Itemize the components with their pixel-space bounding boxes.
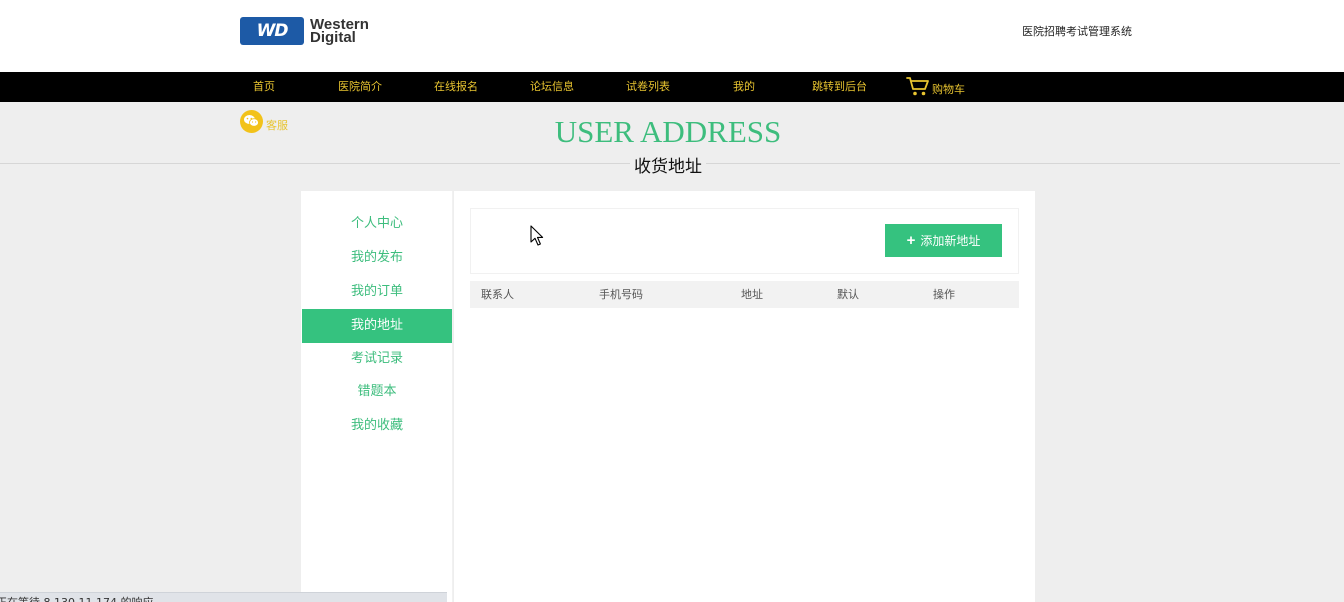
sidebar-item-my-address[interactable]: 我的地址 xyxy=(302,309,452,343)
add-address-label: 添加新地址 xyxy=(920,234,981,248)
column-phone: 手机号码 xyxy=(599,288,643,301)
page-title: USER ADDRESS xyxy=(554,114,782,149)
page-subtitle: 收货地址 xyxy=(630,152,706,177)
browser-status-bar: 正在等待 8.130.11.174 的响应... xyxy=(0,592,447,602)
sidebar-item-profile[interactable]: 个人中心 xyxy=(302,207,452,241)
address-panel: + 添加新地址 联系人 手机号码 地址 默认 操作 xyxy=(454,191,1035,602)
mouse-pointer-icon xyxy=(530,225,544,246)
cart-icon xyxy=(906,77,929,96)
nav-mine[interactable]: 我的 xyxy=(733,72,755,102)
site-title: 医院招聘考试管理系统 xyxy=(1022,25,1132,38)
brand-logo[interactable]: WD Western Digital xyxy=(240,16,385,46)
nav-exam-papers[interactable]: 试卷列表 xyxy=(626,72,670,102)
address-table-header: 联系人 手机号码 地址 默认 操作 xyxy=(470,281,1019,308)
page-subtitle-wrap: 收货地址 xyxy=(0,152,1336,177)
status-text: 正在等待 8.130.11.174 的响应... xyxy=(0,594,164,602)
sidebar-item-my-posts[interactable]: 我的发布 xyxy=(302,241,452,275)
nav-home[interactable]: 首页 xyxy=(253,72,275,102)
sidebar-item-favorites[interactable]: 我的收藏 xyxy=(302,409,452,443)
sidebar-item-my-orders[interactable]: 我的订单 xyxy=(302,275,452,309)
nav-cart[interactable]: 购物车 xyxy=(906,76,965,97)
nav-online-signup[interactable]: 在线报名 xyxy=(434,72,478,102)
plus-icon: + xyxy=(906,232,916,249)
add-address-button[interactable]: + 添加新地址 xyxy=(885,224,1002,257)
column-address: 地址 xyxy=(741,288,763,301)
header: WD Western Digital 医院招聘考试管理系统 xyxy=(0,0,1344,72)
column-actions: 操作 xyxy=(933,288,955,301)
top-nav: 首页 医院简介 在线报名 论坛信息 试卷列表 我的 跳转到后台 购物车 xyxy=(0,72,1344,102)
logo-badge: WD xyxy=(240,17,304,45)
nav-admin[interactable]: 跳转到后台 xyxy=(812,72,867,102)
sidebar-item-exam-records[interactable]: 考试记录 xyxy=(302,342,452,376)
nav-forum[interactable]: 论坛信息 xyxy=(530,72,574,102)
sidebar-item-wrong-questions[interactable]: 错题本 xyxy=(302,375,452,409)
address-toolbar: + 添加新地址 xyxy=(470,208,1019,274)
account-sidebar: 个人中心 我的发布 我的订单 我的地址 考试记录 错题本 我的收藏 xyxy=(301,191,453,602)
column-contact: 联系人 xyxy=(481,288,514,301)
logo-wordmark: Western Digital xyxy=(310,16,369,46)
cart-label: 购物车 xyxy=(932,83,965,96)
nav-hospital-intro[interactable]: 医院简介 xyxy=(338,72,382,102)
column-default: 默认 xyxy=(837,288,859,301)
